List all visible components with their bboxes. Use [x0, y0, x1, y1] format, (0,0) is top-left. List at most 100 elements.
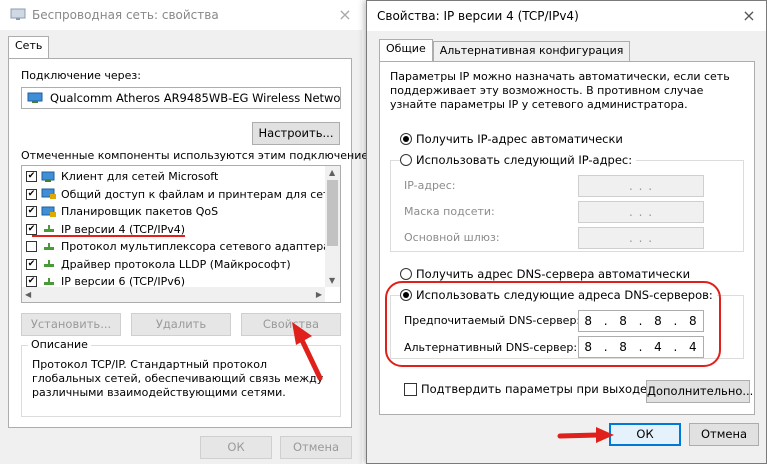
close-icon[interactable]: ×: [336, 6, 354, 24]
octet: 8: [619, 340, 628, 354]
ip-auto-radio[interactable]: Получить IP-адрес автоматически: [400, 132, 623, 146]
subnet-mask-input[interactable]: . . .: [578, 201, 704, 223]
checkbox-unchecked-icon: [404, 382, 417, 396]
protocol-icon: [41, 223, 61, 235]
list-item[interactable]: Протокол мультиплексора сетевого адаптер…: [26, 238, 341, 255]
tab-general[interactable]: Общие: [379, 39, 433, 61]
adapter-field: Qualcomm Atheros AR9485WB-EG Wireless Ne…: [21, 87, 341, 109]
octet: 8: [688, 314, 698, 328]
octet: 8: [619, 314, 628, 328]
close-icon[interactable]: ×: [740, 7, 758, 25]
component-label: Драйвер протокола LLDP (Майкрософт): [61, 257, 291, 271]
ip-address-label: IP-адрес:: [404, 179, 456, 192]
preferred-dns-label: Предпочитаемый DNS-сервер:: [404, 314, 581, 327]
network-client-icon: [41, 171, 61, 183]
configure-button[interactable]: Настроить...: [252, 122, 340, 145]
general-tab-panel: Параметры IP можно назначать автоматичес…: [379, 61, 755, 415]
protocol-icon: [41, 276, 61, 288]
checkbox-unchecked-icon[interactable]: [26, 241, 37, 252]
scroll-up-icon[interactable]: ▲: [329, 168, 335, 177]
octet: 8: [654, 314, 663, 328]
components-label: Отмеченные компоненты используются этим …: [21, 149, 381, 162]
description-text: Протокол TCP/IP. Стандартный протокол гл…: [32, 358, 324, 399]
octet: 8: [584, 340, 593, 354]
network-tab-panel: Подключение через: Qualcomm Atheros AR94…: [8, 58, 380, 428]
horizontal-scrollbar[interactable]: ◀ ▶: [22, 287, 325, 302]
vertical-scrollbar[interactable]: ▲ ▼: [325, 166, 340, 287]
tab-network[interactable]: Сеть: [8, 36, 50, 58]
list-item[interactable]: ✔ IP версии 4 (TCP/IPv4): [26, 221, 185, 238]
cancel-button[interactable]: Отмена: [280, 436, 352, 459]
validate-on-exit-checkbox[interactable]: Подтвердить параметры при выходе: [404, 382, 647, 396]
component-label: IP версии 4 (TCP/IPv4): [61, 222, 186, 236]
checkbox-checked-icon[interactable]: ✔: [26, 258, 37, 270]
advanced-button[interactable]: Дополнительно...: [646, 380, 753, 403]
checkbox-checked-icon[interactable]: ✔: [26, 206, 37, 217]
octet: 4: [654, 340, 663, 354]
ip-address-input[interactable]: . . .: [578, 175, 704, 197]
ip-dots: . . .: [628, 179, 654, 193]
octet: 8: [584, 314, 593, 328]
alternate-dns-input[interactable]: 8.8.4.4: [578, 336, 704, 358]
tab-strip: Общие Альтернативная конфигурация: [379, 39, 631, 61]
radio-unselected-icon: [400, 154, 412, 166]
list-item[interactable]: ✔ Общий доступ к файлам и принтерам для с…: [26, 186, 340, 203]
network-icon: [10, 8, 26, 20]
list-item[interactable]: ✔ Клиент для сетей Microsoft: [26, 168, 218, 185]
tab-strip: Сеть: [8, 36, 50, 58]
properties-button[interactable]: Свойства: [241, 313, 341, 336]
scroll-right-icon[interactable]: ▶: [316, 290, 322, 299]
gateway-input[interactable]: . . .: [578, 227, 704, 249]
install-button[interactable]: Установить...: [21, 313, 121, 336]
checkbox-checked-icon[interactable]: ✔: [26, 276, 37, 287]
gateway-dots: . . .: [628, 231, 654, 245]
list-item[interactable]: ✔ Драйвер протокола LLDP (Майкрософт): [26, 256, 291, 273]
ip-manual-label: Использовать следующий IP-адрес:: [416, 153, 633, 167]
dns-auto-radio[interactable]: Получить адрес DNS-сервера автоматически: [400, 267, 690, 281]
mask-dots: . . .: [628, 205, 654, 219]
list-item[interactable]: ✔ Планировщик пакетов QoS: [26, 203, 218, 220]
remove-button[interactable]: Удалить: [131, 313, 231, 336]
component-label: Протокол мультиплексора сетевого адаптер…: [61, 240, 341, 253]
dns-manual-radio[interactable]: Использовать следующие адреса DNS-сервер…: [400, 288, 717, 302]
network-service-icon: [41, 206, 61, 218]
tab-alternate-config[interactable]: Альтернативная конфигурация: [432, 41, 631, 61]
ok-button[interactable]: ОК: [609, 423, 681, 446]
ip-manual-radio[interactable]: Использовать следующий IP-адрес:: [400, 153, 637, 167]
component-label: Клиент для сетей Microsoft: [61, 170, 219, 183]
scroll-left-icon[interactable]: ◀: [25, 290, 31, 299]
checkbox-checked-icon[interactable]: ✔: [26, 171, 37, 182]
scroll-thumb[interactable]: [327, 180, 338, 246]
ipv4-properties-window: Свойства: IP версии 4 (TCP/IPv4) × Общие…: [366, 0, 767, 464]
radio-selected-icon: [400, 289, 412, 301]
adapter-icon: [27, 92, 43, 103]
ok-button[interactable]: ОК: [200, 436, 272, 459]
octet: 4: [688, 340, 698, 354]
ip-auto-label: Получить IP-адрес автоматически: [416, 132, 623, 146]
gateway-label: Основной шлюз:: [404, 231, 500, 244]
alternate-dns-label: Альтернативный DNS-сервер:: [404, 341, 578, 354]
dns-manual-label: Использовать следующие адреса DNS-сервер…: [416, 288, 713, 302]
dns-auto-label: Получить адрес DNS-сервера автоматически: [416, 267, 691, 281]
wireless-properties-window: Беспроводная сеть: свойства × Сеть Подкл…: [0, 0, 380, 464]
subnet-mask-label: Маска подсети:: [404, 205, 495, 218]
title-bar: Свойства: IP версии 4 (TCP/IPv4) ×: [367, 1, 766, 31]
description-label: Описание: [28, 338, 91, 351]
radio-unselected-icon: [400, 268, 412, 280]
scroll-down-icon[interactable]: ▼: [329, 276, 335, 285]
network-service-icon: [41, 188, 61, 200]
checkbox-checked-icon[interactable]: ✔: [26, 223, 37, 235]
window-title: Беспроводная сеть: свойства: [32, 8, 219, 22]
preferred-dns-input[interactable]: 8.8.8.8: [578, 310, 704, 332]
window-title: Свойства: IP версии 4 (TCP/IPv4): [377, 9, 579, 23]
adapter-name: Qualcomm Atheros AR9485WB-EG Wireless Ne…: [50, 91, 341, 105]
checkbox-checked-icon[interactable]: ✔: [26, 188, 37, 200]
protocol-icon: [41, 258, 61, 270]
component-label: Планировщик пакетов QoS: [61, 205, 219, 218]
connect-via-label: Подключение через:: [21, 69, 141, 82]
title-bar: Беспроводная сеть: свойства ×: [0, 0, 362, 30]
components-list[interactable]: ✔ Клиент для сетей Microsoft ✔ Общий доступ…: [21, 165, 341, 303]
cancel-button[interactable]: Отмена: [689, 423, 759, 446]
description-group: Описание Протокол TCP/IP. Стандартный пр…: [21, 338, 341, 417]
radio-selected-icon: [400, 133, 412, 145]
